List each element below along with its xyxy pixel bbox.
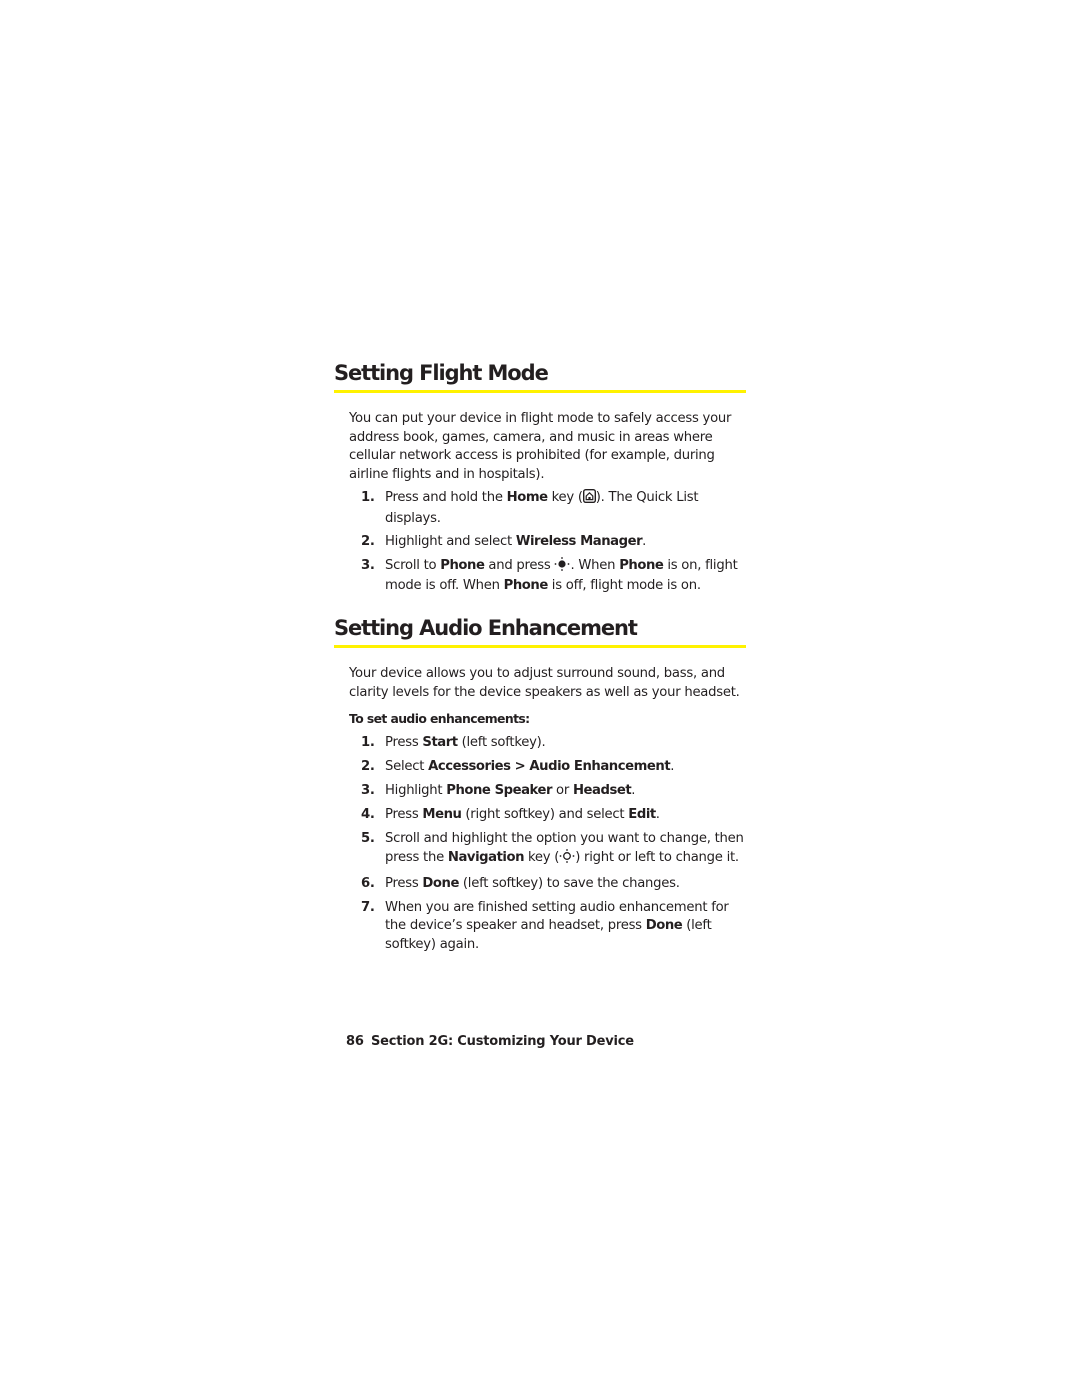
step-text: Highlight and select	[385, 534, 516, 550]
step-menu-label: Edit	[628, 806, 656, 822]
step-text: (left softkey).	[457, 735, 546, 750]
step-number: 3.	[361, 782, 375, 798]
list-item: 2. Highlight and select Wireless Manager…	[349, 533, 744, 552]
step-text: ) right or left to change it.	[575, 849, 739, 865]
step-number: 2.	[361, 534, 375, 550]
step-number: 5.	[361, 830, 375, 846]
list-item: 3. Highlight Phone Speaker or Headset.	[349, 782, 744, 801]
list-item: 3. Scroll to Phone and press . When Phon…	[349, 556, 744, 596]
list-item: 1. Press Start (left softkey).	[349, 734, 744, 753]
step-number: 2.	[361, 758, 375, 774]
step-text: Highlight	[385, 782, 447, 798]
step-text: .	[631, 782, 636, 798]
list-item: 5. Scroll and highlight the option you w…	[349, 830, 744, 869]
step-text: or	[552, 782, 573, 798]
list-item: 6. Press Done (left softkey) to save the…	[349, 875, 744, 894]
step-menu-label: Headset	[572, 782, 632, 798]
step-number: 7.	[361, 899, 375, 915]
manual-page: Setting Flight Mode You can put your dev…	[0, 0, 1080, 1397]
heading-rule	[334, 390, 746, 393]
step-key-label: Navigation	[447, 849, 525, 865]
step-menu-label: Phone	[503, 578, 549, 594]
step-text: is off, flight mode is on.	[547, 578, 701, 594]
procedure-subhead: To set audio enhancements:	[349, 711, 530, 726]
step-menu-label: Phone Speaker	[446, 782, 553, 798]
step-key-label: Menu	[422, 806, 462, 822]
step-number: 4.	[361, 806, 375, 822]
step-text: Press	[385, 735, 423, 750]
audio-enhancement-intro: Your device allows you to adjust surroun…	[349, 666, 740, 700]
home-key-icon	[582, 488, 596, 510]
step-text: (right softkey) and select	[461, 806, 629, 822]
step-number: 1.	[361, 735, 375, 750]
step-key-label: Done	[645, 918, 683, 934]
step-key-label: Start	[422, 735, 458, 750]
step-text: Select	[385, 758, 429, 774]
audio-enhancement-steps: 1. Press Start (left softkey). 2. Select…	[349, 734, 744, 954]
step-text: key (	[547, 490, 583, 505]
flight-mode-intro: You can put your device in flight mode t…	[349, 411, 732, 482]
list-item: 2. Select Accessories > Audio Enhancemen…	[349, 758, 744, 777]
step-text: Scroll to	[385, 557, 441, 573]
list-item: 1. Press and hold the Home key (). The Q…	[349, 488, 744, 528]
navigation-select-key-icon	[554, 556, 570, 578]
step-text: Press and hold the	[385, 490, 507, 505]
step-menu-label: Accessories > Audio Enhancement	[428, 758, 671, 774]
step-menu-label: Phone	[619, 557, 664, 573]
step-text: .	[670, 758, 675, 774]
step-number: 1.	[361, 490, 375, 505]
step-text: key (	[524, 849, 560, 865]
flight-mode-steps: 1. Press and hold the Home key (). The Q…	[349, 488, 744, 596]
step-key-label: Done	[422, 875, 459, 891]
page-footer: 86 Section 2G: Customizing Your Device	[346, 1034, 634, 1049]
step-text: .	[642, 534, 647, 550]
step-text: Press	[385, 806, 423, 822]
step-text: and press	[484, 557, 555, 573]
step-key-label: Home	[506, 490, 548, 505]
heading-rule	[334, 645, 746, 648]
section-label: Section 2G: Customizing Your Device	[371, 1034, 634, 1049]
list-item: 4. Press Menu (right softkey) and select…	[349, 806, 744, 825]
navigation-key-icon	[559, 848, 575, 870]
step-menu-label: Phone	[440, 557, 485, 573]
step-text: (left softkey) to save the changes.	[458, 875, 680, 891]
step-text: .	[655, 806, 660, 822]
step-text: Press	[385, 875, 423, 891]
list-item: 7. When you are finished setting audio e…	[349, 899, 744, 955]
section-heading-flight-mode: Setting Flight Mode	[334, 361, 549, 385]
step-number: 6.	[361, 875, 375, 891]
step-menu-label: Wireless Manager	[515, 534, 643, 550]
section-heading-audio-enhancement: Setting Audio Enhancement	[334, 616, 638, 640]
step-text: . When	[570, 557, 620, 573]
step-number: 3.	[361, 557, 375, 573]
page-number: 86	[346, 1034, 364, 1049]
